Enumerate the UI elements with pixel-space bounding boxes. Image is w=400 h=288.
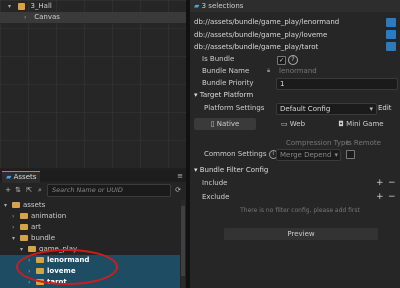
folder-icon <box>20 224 28 230</box>
hierarchy-item-label: 3_Hall <box>30 2 52 10</box>
folder-icon: ▰ <box>6 173 12 181</box>
tab-label: Mini Game <box>346 120 384 128</box>
folder-icon <box>28 246 36 252</box>
tree-item-animation[interactable]: › animation <box>0 211 192 222</box>
bundle-name-value: lenormand <box>279 67 317 75</box>
chevron-right-icon[interactable]: › <box>12 211 20 222</box>
chevron-down-icon: ▾ <box>369 105 373 113</box>
bundle-name-label: Bundle Name <box>202 67 250 75</box>
hierarchy-item-label: Canvas <box>34 13 60 21</box>
tree-item-assets[interactable]: ▾ assets <box>0 200 184 211</box>
expand-icon[interactable]: ⇱ <box>25 185 33 195</box>
bundle-priority-label: Bundle Priority <box>202 79 254 87</box>
chevron-right-icon[interactable]: › <box>24 12 32 23</box>
open-folder-button[interactable] <box>386 18 396 27</box>
add-include-button[interactable]: + <box>376 179 384 188</box>
no-filter-message: There is no filter config, please add fi… <box>240 207 360 214</box>
assets-tabbar: ▰ Assets ≡ <box>0 170 186 183</box>
section-title: Target Platform <box>199 91 254 99</box>
chevron-down-icon[interactable]: ▾ <box>8 1 16 12</box>
open-folder-button[interactable] <box>386 30 396 39</box>
chevron-down-icon[interactable]: ▾ <box>194 166 198 174</box>
chevron-down-icon[interactable]: ▾ <box>20 244 28 255</box>
bundle-filter-section[interactable]: ▾ Bundle Filter Config <box>194 165 268 176</box>
hierarchy-item-scene[interactable]: ▾ 3_Hall <box>8 1 52 12</box>
bundle-priority-input[interactable]: 1 <box>276 78 398 90</box>
target-platform-section[interactable]: ▾ Target Platform <box>194 90 253 101</box>
tree-item-art[interactable]: › art <box>0 222 192 233</box>
select-value: Merge Depend <box>280 151 332 159</box>
help-icon[interactable]: ? <box>288 55 298 65</box>
tab-label: Native <box>216 120 240 128</box>
chevron-down-icon: ▾ <box>334 151 338 159</box>
tree-item-label: bundle <box>31 234 56 242</box>
monitor-icon: ▭ <box>280 120 290 128</box>
add-exclude-button[interactable]: + <box>376 193 384 202</box>
lock-icon: 🔒︎ <box>267 67 271 74</box>
tab-mini-game[interactable]: ◘ Mini Game <box>328 118 394 130</box>
tab-web[interactable]: ▭ Web <box>262 118 324 130</box>
folder-icon <box>20 235 28 241</box>
chevron-down-icon[interactable]: ▾ <box>12 233 20 244</box>
search-input[interactable]: Search Name or UUID <box>47 184 171 197</box>
tree-item-label: animation <box>31 212 67 220</box>
folder-icon <box>20 213 28 219</box>
sort-icon[interactable]: ⇅ <box>14 185 22 195</box>
menu-icon[interactable]: ≡ <box>176 171 184 181</box>
edit-button[interactable]: Edit <box>378 103 392 114</box>
chevron-down-icon[interactable]: ▾ <box>4 200 12 211</box>
inspector-header: ▰ 3 selections <box>190 0 400 12</box>
open-folder-button[interactable] <box>386 42 396 51</box>
preview-button[interactable]: Preview <box>224 228 378 240</box>
hierarchy-panel: ▾ 3_Hall › Canvas <box>0 0 186 168</box>
exclude-label: Exclude <box>202 193 230 201</box>
asset-path-2: db://assets/bundle/game_play/loveme <box>194 31 328 39</box>
platform-settings-select[interactable]: Default Config ▾ <box>276 103 377 115</box>
chevron-down-icon[interactable]: ▾ <box>194 91 198 99</box>
search-icon: ⌕ <box>38 186 42 194</box>
tree-item-label: art <box>31 223 41 231</box>
section-title: Bundle Filter Config <box>199 166 269 174</box>
tab-label: Web <box>289 120 306 128</box>
assets-scrollbar[interactable] <box>181 200 185 288</box>
tree-item-bundle[interactable]: ▾ bundle <box>0 233 192 244</box>
select-value: Default Config <box>280 105 331 113</box>
asset-path-3: db://assets/bundle/game_play/tarot <box>194 43 319 51</box>
inspector-panel: ▰ 3 selections db://assets/bundle/game_p… <box>190 0 400 288</box>
merge-depend-select[interactable]: Merge Depend ▾ <box>276 149 341 161</box>
scrollbar-thumb[interactable] <box>181 206 185 276</box>
search-placeholder: Search Name or UUID <box>52 186 123 194</box>
is-remote-label: Is Remote <box>346 139 381 147</box>
hierarchy-item-canvas[interactable]: › Canvas <box>0 12 186 23</box>
add-icon[interactable]: + <box>4 185 12 195</box>
compression-type-label: Compression Type <box>286 139 350 147</box>
annotation-ellipse <box>16 249 118 285</box>
tree-item-label: assets <box>23 201 46 209</box>
folder-icon <box>12 202 20 208</box>
gamepad-icon: ◘ <box>338 120 347 128</box>
inspector-title: 3 selections <box>201 2 244 10</box>
is-remote-checkbox[interactable] <box>346 150 355 159</box>
tab-assets[interactable]: ▰ Assets <box>2 171 41 183</box>
include-label: Include <box>202 179 228 187</box>
is-bundle-label: Is Bundle <box>202 55 235 63</box>
scene-icon <box>18 2 26 10</box>
refresh-icon[interactable]: ⟳ <box>174 185 182 195</box>
platform-settings-label: Platform Settings <box>204 104 265 112</box>
tab-label: Assets <box>13 173 37 181</box>
folder-icon: ▰ <box>194 2 200 10</box>
tab-native[interactable]: ▯ Native <box>194 118 256 130</box>
chevron-right-icon[interactable]: › <box>12 222 20 233</box>
remove-include-button[interactable]: − <box>388 179 396 188</box>
is-bundle-checkbox[interactable]: ✓ <box>277 56 286 65</box>
asset-path-1: db://assets/bundle/game_play/lenormand <box>194 18 340 26</box>
common-settings-text: Common Settings <box>204 150 267 158</box>
remove-exclude-button[interactable]: − <box>388 193 396 202</box>
common-settings-label: Common Settings i <box>204 149 278 160</box>
